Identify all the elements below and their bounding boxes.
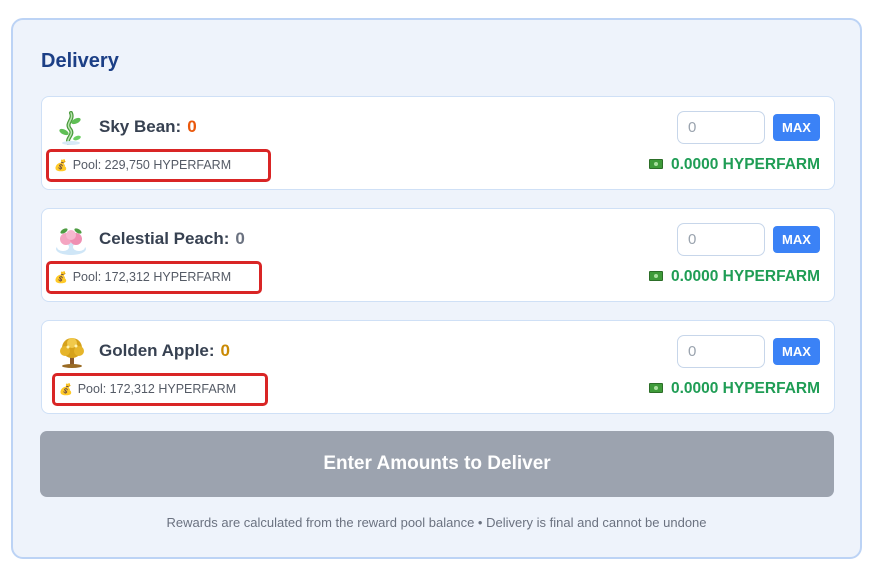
pool-balance: 💰 Pool: 172,312 HYPERFARM <box>59 382 236 396</box>
cash-icon <box>648 271 663 281</box>
reward-value: 0.0000 HYPERFARM <box>670 156 820 173</box>
reward-estimate: 0.0000 HYPERFARM <box>648 156 820 174</box>
sky-bean-icon <box>59 111 81 145</box>
delivery-item-golden-apple: Golden Apple: 0 💰 Pool: 172,312 HYPERFARM … <box>41 320 835 414</box>
item-name-label: Golden Apple: <box>99 341 215 360</box>
money-bag-icon: 💰 <box>59 384 73 396</box>
pool-balance-text: Pool: 172,312 HYPERFARM <box>72 270 232 284</box>
golden-apple-icon <box>60 338 84 368</box>
delivery-item-sky-bean: Sky Bean:0 💰Pool: 229,750 HYPERFARM MAX … <box>41 96 835 190</box>
item-count: 0 <box>220 341 230 360</box>
item-name: Sky Bean: 0 <box>99 117 197 137</box>
cash-icon <box>648 159 663 169</box>
pool-balance-text: Pool: 229,750 HYPERFARM <box>72 158 232 172</box>
max-button[interactable]: MAX <box>773 226 820 253</box>
amount-input[interactable] <box>677 335 765 368</box>
panel-title: Delivery <box>41 50 119 72</box>
item-count: 0 <box>187 117 197 136</box>
reward-value: 0.0000 HYPERFARM <box>670 380 820 397</box>
pool-balance-text: Pool: 172,312 HYPERFARM <box>77 382 237 396</box>
delivery-item-celestial-peach: Celestial Peach: 0 💰 Pool: 172,312 HYPERFA… <box>41 208 835 302</box>
reward-value: 0.0000 HYPERFARM <box>670 268 820 285</box>
max-button[interactable]: MAX <box>773 114 820 141</box>
pool-balance: 💰 Pool: 172,312 HYPERFARM <box>54 270 231 284</box>
reward-estimate: 0.0000 HYPERFARM <box>648 380 820 398</box>
footer-note: Rewards are calculated from the reward p… <box>166 515 707 530</box>
item-name: Celestial Peach: 0 <box>99 229 245 249</box>
money-bag-icon: 💰 <box>54 272 68 284</box>
item-name-label: Sky Bean: <box>99 117 182 136</box>
pool-balance: 💰 Pool: 229,750 HYPERFARM <box>54 158 231 172</box>
item-name: Golden Apple: 0 <box>99 341 230 361</box>
max-button[interactable]: MAX <box>773 338 820 365</box>
amount-input[interactable] <box>677 111 765 144</box>
item-count: 0 <box>235 229 245 248</box>
amount-input[interactable] <box>677 223 765 256</box>
item-name-label: Celestial Peach: <box>99 229 230 248</box>
reward-estimate: 0.0000 HYPERFARM <box>648 268 820 286</box>
deliver-button[interactable]: Enter Amounts to Deliver <box>40 431 834 497</box>
celestial-peach-icon <box>56 228 86 255</box>
money-bag-icon: 💰 <box>54 160 68 172</box>
cash-icon <box>648 383 663 393</box>
